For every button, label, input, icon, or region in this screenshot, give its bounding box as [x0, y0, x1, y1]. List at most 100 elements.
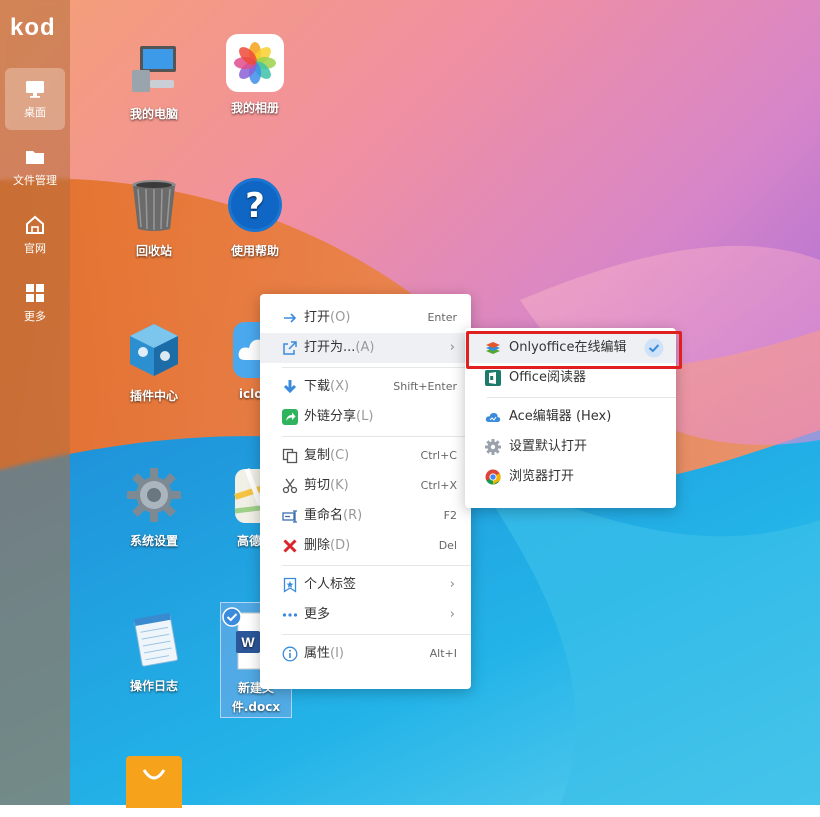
check-circle-icon	[644, 338, 664, 358]
menu-item-delete[interactable]: 删除(D) Del	[260, 531, 471, 561]
computer-icon	[132, 46, 176, 92]
menu-label: 打开	[304, 310, 331, 325]
menu-shortcut: Ctrl+C	[420, 449, 457, 462]
desktop-icon-label: 回收站	[135, 244, 172, 258]
menu-shortcut: Alt+I	[429, 647, 457, 660]
office-icon	[485, 370, 501, 386]
scissors-icon	[282, 478, 298, 494]
settings-icon	[127, 468, 181, 522]
menu-label: 属性	[304, 646, 331, 661]
rename-icon	[282, 510, 297, 523]
menu-divider	[282, 436, 471, 437]
sidebar-item-desktop[interactable]: 桌面	[5, 68, 65, 130]
sidebar: kod 桌面 文件管理 官网 更多	[0, 0, 70, 805]
chevron-right-icon: ›	[449, 607, 455, 622]
menu-item-properties[interactable]: 属性(I) Alt+I	[260, 639, 471, 669]
menu-item-open-with[interactable]: 打开为...(A) ›	[260, 333, 471, 363]
chrome-icon	[485, 469, 501, 485]
selected-check-icon[interactable]	[222, 607, 242, 627]
desktop-icon-label: 使用帮助	[230, 244, 279, 258]
menu-item-more[interactable]: 更多 ›	[260, 600, 471, 630]
bookmark-icon	[283, 577, 297, 593]
more-icon	[282, 613, 298, 617]
svg-text:W: W	[241, 634, 255, 650]
photos-icon	[226, 34, 284, 92]
menu-shortcut: Ctrl+X	[420, 479, 457, 492]
gear-icon	[485, 439, 501, 455]
desktop-icon-label: 我的相册	[230, 101, 279, 115]
delete-icon	[283, 539, 297, 553]
menu-item-share-link[interactable]: 外链分享(L)	[260, 402, 471, 432]
menu-item-copy[interactable]: 复制(C) Ctrl+C	[260, 441, 471, 471]
menu-label: 下载	[304, 379, 331, 394]
menu-item-personal-tags[interactable]: 个人标签 ›	[260, 570, 471, 600]
desktop-icon-help[interactable]: ? 使用帮助	[220, 177, 290, 259]
menu-shortcut: F2	[443, 509, 457, 522]
menu-label: Onlyoffice在线编辑	[509, 340, 627, 355]
sidebar-item-files[interactable]: 文件管理	[5, 136, 65, 198]
sidebar-item-label: 更多	[24, 310, 46, 323]
submenu-item-browser-open[interactable]: 浏览器打开	[465, 462, 676, 492]
submenu-item-ace-editor[interactable]: Ace编辑器 (Hex)	[465, 402, 676, 432]
menu-label: 浏览器打开	[509, 469, 575, 484]
menu-label: 个人标签	[304, 577, 357, 592]
submenu-item-office-reader[interactable]: Office阅读器	[465, 363, 676, 393]
label-line: 件.docx	[231, 700, 281, 714]
menu-label: Office阅读器	[509, 370, 586, 385]
help-icon: ?	[228, 178, 282, 232]
submenu-item-set-default[interactable]: 设置默认打开	[465, 432, 676, 462]
cloud-icon	[485, 412, 501, 422]
shopping-bag-icon	[126, 756, 182, 812]
sidebar-item-label: 文件管理	[13, 174, 57, 187]
desktop-icon-recycle-bin[interactable]: 回收站	[119, 177, 189, 259]
menu-divider	[282, 367, 471, 368]
chevron-right-icon: ›	[449, 340, 455, 355]
menu-item-rename[interactable]: 重命名(R) F2	[260, 501, 471, 531]
desktop-icon-plugin-center[interactable]: 插件中心	[119, 322, 189, 404]
menu-shortcut: Shift+Enter	[393, 380, 457, 393]
menu-item-download[interactable]: 下载(X) Shift+Enter	[260, 372, 471, 402]
chevron-right-icon: ›	[449, 577, 455, 592]
desktop-icon-label: 操作日志	[129, 679, 178, 693]
menu-accel-key: (L)	[356, 409, 374, 424]
desktop-icon-store[interactable]	[119, 752, 189, 817]
menu-accel-key: (K)	[330, 478, 349, 493]
context-menu: 打开(O) Enter 打开为...(A) › 下载(X) Shift+Ente…	[260, 294, 471, 689]
sidebar-item-more[interactable]: 更多	[5, 272, 65, 334]
open-external-icon	[283, 341, 297, 355]
submenu-item-onlyoffice[interactable]: Onlyoffice在线编辑	[465, 333, 676, 363]
sidebar-item-label: 官网	[24, 242, 46, 255]
menu-divider	[282, 565, 471, 566]
arrow-right-icon	[284, 313, 297, 323]
kod-logo[interactable]: kod	[10, 14, 62, 41]
info-icon	[282, 646, 298, 662]
svg-text:?: ?	[245, 186, 265, 226]
sidebar-item-website[interactable]: 官网	[5, 204, 65, 266]
menu-accel-key: (D)	[330, 538, 351, 553]
desktop-icon-my-photos[interactable]: 我的相册	[220, 34, 290, 116]
menu-item-open[interactable]: 打开(O) Enter	[260, 303, 471, 333]
notepad-icon	[134, 612, 179, 667]
folder-icon	[26, 151, 44, 164]
menu-label: 复制	[304, 448, 331, 463]
menu-accel-key: (R)	[343, 508, 363, 523]
desktop-icon-system-settings[interactable]: 系统设置	[119, 467, 189, 549]
menu-accel-key: (X)	[330, 379, 350, 394]
menu-shortcut: Del	[438, 539, 457, 552]
onlyoffice-icon	[486, 342, 500, 354]
desktop-icon-label: 系统设置	[129, 534, 178, 548]
menu-divider	[282, 634, 471, 635]
menu-shortcut: Enter	[427, 311, 457, 324]
menu-label: 更多	[304, 607, 331, 622]
desktop-icon-my-computer[interactable]: 我的电脑	[119, 40, 189, 122]
menu-label: Ace编辑器 (Hex)	[509, 409, 612, 424]
desktop-icon-operation-log[interactable]: 操作日志	[119, 612, 189, 694]
menu-accel-key: (A)	[355, 340, 375, 355]
menu-item-cut[interactable]: 剪切(K) Ctrl+X	[260, 471, 471, 501]
copy-icon	[282, 448, 298, 464]
menu-divider	[487, 397, 676, 398]
menu-label: 重命名	[304, 508, 344, 523]
grid-icon	[26, 284, 44, 302]
menu-accel-key: (C)	[330, 448, 350, 463]
menu-label: 设置默认打开	[509, 439, 588, 454]
